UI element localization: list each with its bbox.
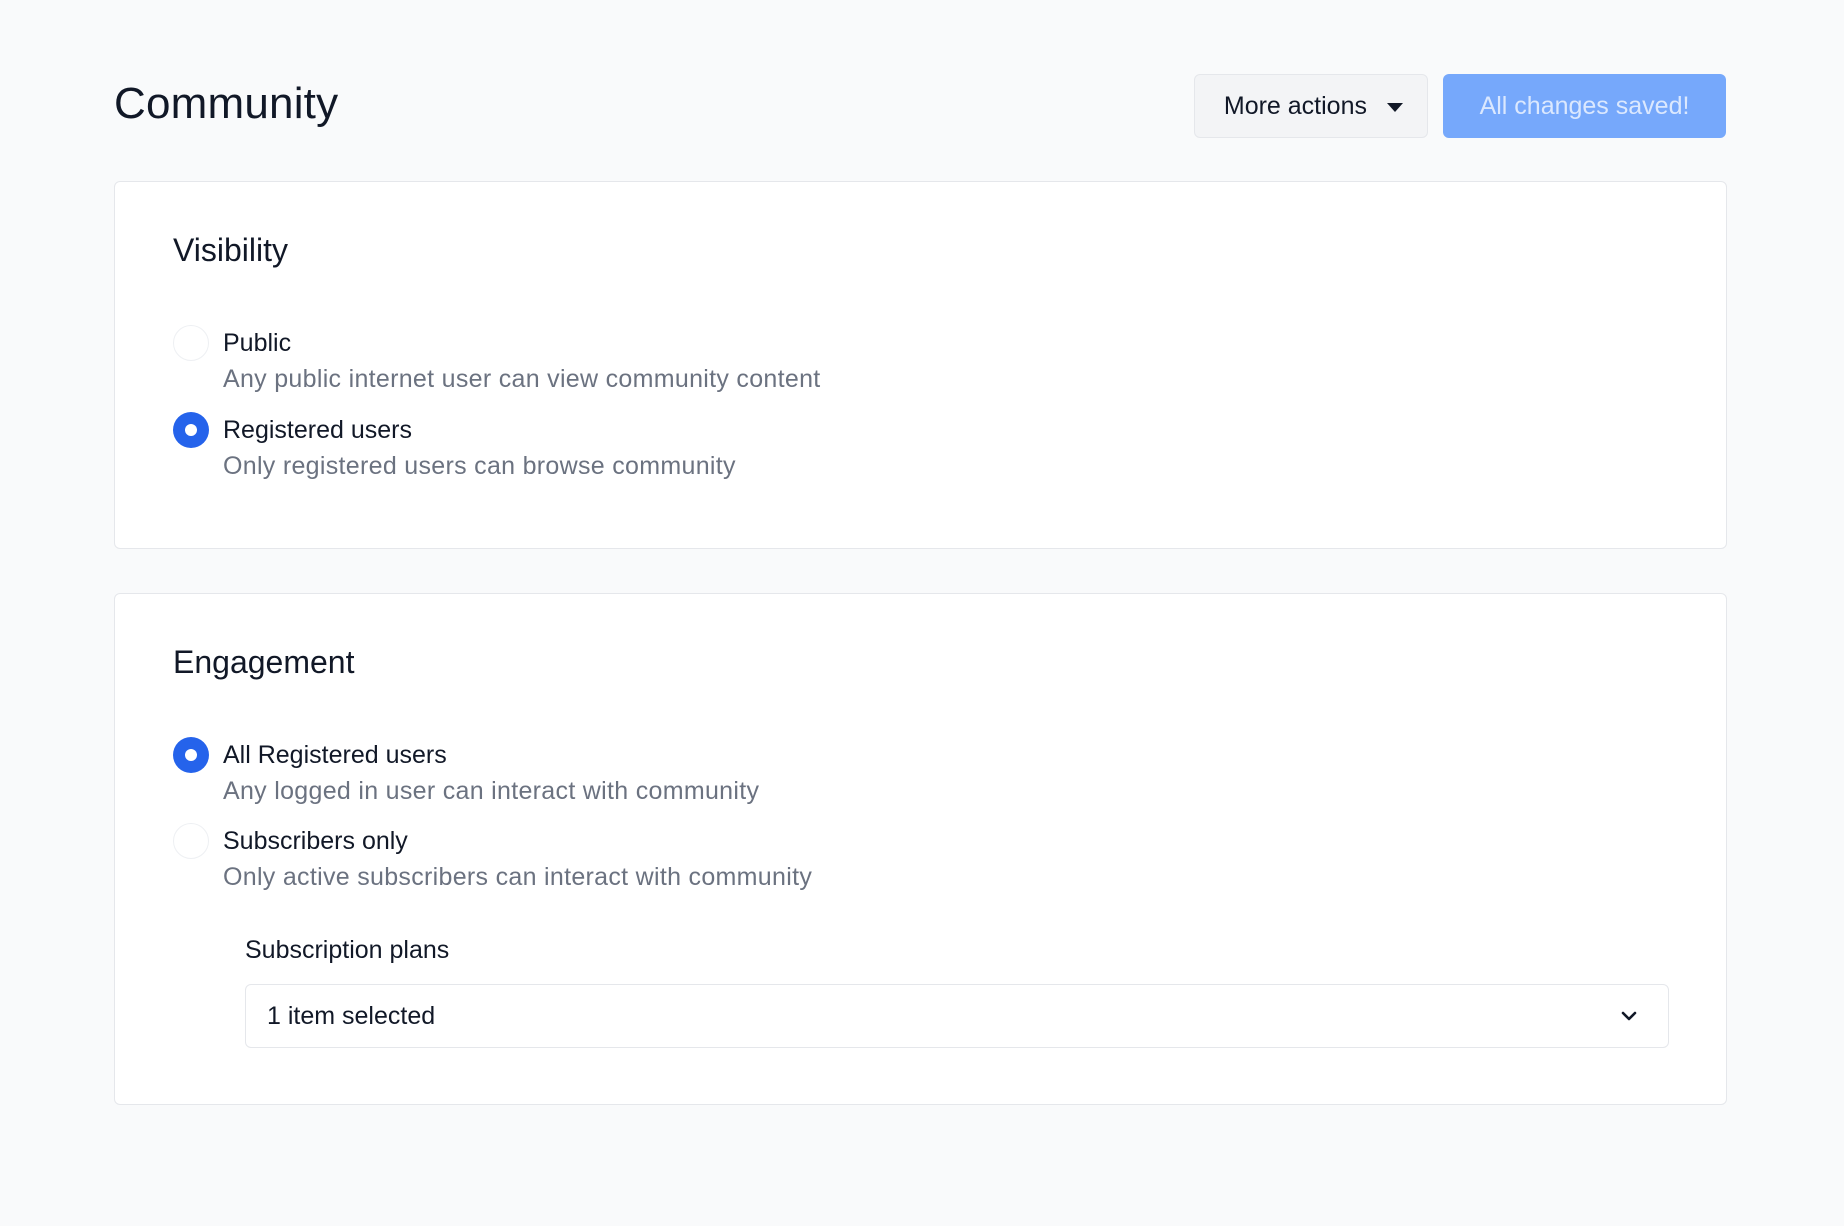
page-header: Community More actions All changes saved…: [114, 60, 1726, 148]
option-description: Any logged in user can interact with com…: [223, 777, 760, 805]
engagement-card: Engagement All Registered users Any logg…: [114, 593, 1727, 1105]
option-text: Registered users Only registered users c…: [223, 412, 736, 484]
chevron-down-icon: [1618, 1005, 1640, 1027]
visibility-section-title: Visibility: [173, 232, 288, 268]
visibility-option-public[interactable]: Public Any public internet user can view…: [173, 325, 821, 397]
option-label: All Registered users: [223, 741, 447, 769]
visibility-card: Visibility Public Any public internet us…: [114, 181, 1727, 549]
save-status-button[interactable]: All changes saved!: [1443, 74, 1726, 138]
option-label: Registered users: [223, 416, 412, 444]
engagement-option-subscribers[interactable]: Subscribers only Only active subscribers…: [173, 823, 812, 895]
page-title: Community: [114, 79, 339, 128]
radio-registered-users[interactable]: [173, 412, 209, 448]
option-text: All Registered users Any logged in user …: [223, 737, 759, 809]
engagement-section-title: Engagement: [173, 644, 355, 680]
radio-public[interactable]: [173, 325, 209, 361]
caret-down-icon: [1387, 102, 1403, 112]
community-settings-page: Community More actions All changes saved…: [114, 60, 1727, 1105]
option-label: Subscribers only: [223, 827, 408, 855]
subscription-plans-value: 1 item selected: [267, 1001, 436, 1030]
more-actions-label: More actions: [1223, 91, 1367, 120]
option-text: Subscribers only Only active subscribers…: [223, 823, 812, 895]
radio-all-registered-users[interactable]: [173, 737, 209, 773]
option-description: Any public internet user can view commun…: [223, 365, 821, 393]
subscription-plans-label: Subscription plans: [245, 936, 450, 964]
visibility-option-registered[interactable]: Registered users Only registered users c…: [173, 412, 736, 484]
header-actions: More actions All changes saved!: [1193, 74, 1726, 138]
option-description: Only active subscribers can interact wit…: [223, 863, 813, 891]
subscription-plans-select[interactable]: 1 item selected: [245, 984, 1669, 1048]
more-actions-button[interactable]: More actions: [1193, 74, 1428, 138]
radio-subscribers-only[interactable]: [173, 823, 209, 859]
option-text: Public Any public internet user can view…: [223, 325, 821, 397]
option-description: Only registered users can browse communi…: [223, 452, 736, 480]
engagement-option-all-registered[interactable]: All Registered users Any logged in user …: [173, 737, 759, 809]
option-label: Public: [223, 329, 292, 357]
